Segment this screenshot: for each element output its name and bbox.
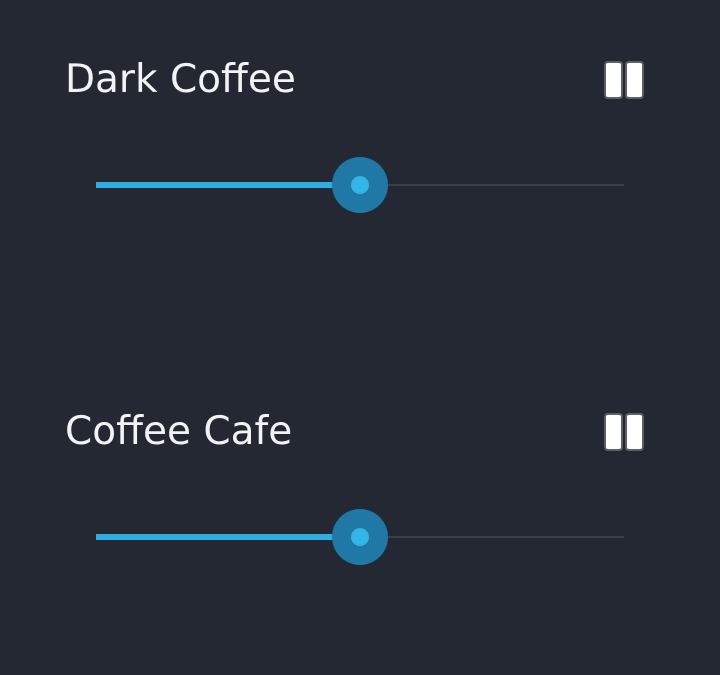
volume-slider[interactable]	[96, 507, 624, 567]
slider-thumb[interactable]	[351, 528, 369, 546]
sound-title: Dark Coffee	[65, 57, 296, 102]
sound-row-dark-coffee: Dark Coffee	[0, 57, 720, 217]
sound-row-coffee-cafe: Coffee Cafe	[0, 409, 720, 569]
slider-thumb[interactable]	[351, 176, 369, 194]
pause-icon	[604, 61, 644, 99]
pause-button[interactable]	[604, 413, 644, 451]
sound-mixer-screen: Dark Coffee Coffee Cafe	[0, 0, 720, 675]
volume-slider[interactable]	[96, 155, 624, 215]
slider-fill	[96, 182, 360, 188]
pause-button[interactable]	[604, 61, 644, 99]
sound-title: Coffee Cafe	[65, 409, 293, 454]
slider-fill	[96, 534, 360, 540]
pause-icon	[604, 413, 644, 451]
